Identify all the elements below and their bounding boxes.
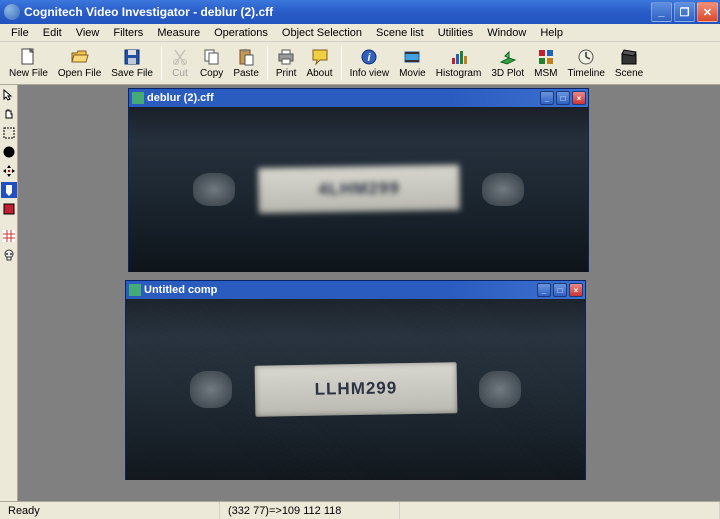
info-icon: i <box>359 47 379 67</box>
child-minimize-button[interactable]: _ <box>537 283 551 297</box>
skull-tool[interactable] <box>1 247 17 263</box>
app-icon <box>4 4 20 20</box>
new-file-icon <box>18 47 38 67</box>
window-title: Cognitech Video Investigator - deblur (2… <box>24 5 649 19</box>
paste-icon <box>236 47 256 67</box>
region-tool[interactable] <box>1 201 17 217</box>
rect-select-tool[interactable] <box>1 125 17 141</box>
movie-button[interactable]: Movie <box>394 47 431 79</box>
toolbar-separator <box>341 46 342 80</box>
open-file-icon <box>70 47 90 67</box>
print-button[interactable]: Print <box>271 47 302 79</box>
child-close-button[interactable]: × <box>572 91 586 105</box>
new-file-button[interactable]: New File <box>4 47 53 79</box>
info-view-button[interactable]: iInfo view <box>345 47 394 79</box>
maximize-button[interactable]: ❐ <box>674 2 695 22</box>
child-icon <box>132 92 144 104</box>
save-file-button[interactable]: Save File <box>106 47 158 79</box>
timeline-icon <box>576 47 596 67</box>
child-icon <box>129 284 141 296</box>
menu-measure[interactable]: Measure <box>150 25 207 41</box>
copy-button[interactable]: Copy <box>195 47 228 79</box>
menu-object-selection[interactable]: Object Selection <box>275 25 369 41</box>
cut-icon <box>170 47 190 67</box>
timeline-button[interactable]: Timeline <box>562 47 609 79</box>
child-window-comp[interactable]: Untitled comp _ □ × LLHM299 <box>125 280 586 480</box>
pointer-tool[interactable] <box>1 87 17 103</box>
menu-operations[interactable]: Operations <box>207 25 275 41</box>
status-spacer <box>400 502 720 519</box>
status-ready: Ready <box>0 502 220 519</box>
cut-button[interactable]: Cut <box>165 47 195 79</box>
hand-tool[interactable] <box>1 106 17 122</box>
about-button[interactable]: About <box>301 47 337 79</box>
tail-light-left <box>193 173 234 206</box>
child-window-deblur[interactable]: deblur (2).cff _ □ × 4LHM299 <box>128 88 589 272</box>
status-bar: Ready (332 77)=>109 112 118 <box>0 501 720 519</box>
ellipse-select-tool[interactable] <box>1 144 17 160</box>
close-button[interactable]: ✕ <box>697 2 718 22</box>
save-file-icon <box>122 47 142 67</box>
child-title: Untitled comp <box>144 284 535 296</box>
tail-light-right <box>482 173 523 206</box>
license-plate: 4LHM299 <box>257 165 460 215</box>
work-area: deblur (2).cff _ □ × 4LHM299 Untitled co… <box>0 85 720 501</box>
copy-icon <box>202 47 222 67</box>
marker-tool[interactable] <box>1 182 17 198</box>
menu-file[interactable]: File <box>4 25 36 41</box>
toolbar-separator <box>161 46 162 80</box>
scene-icon <box>619 47 639 67</box>
about-icon <box>310 47 330 67</box>
title-bar: Cognitech Video Investigator - deblur (2… <box>0 0 720 24</box>
vehicle-image-processed: LLHM299 <box>126 299 585 480</box>
menu-bar: File Edit View Filters Measure Operation… <box>0 24 720 42</box>
msm-icon <box>536 47 556 67</box>
vehicle-image-blurred: 4LHM299 <box>129 107 588 272</box>
child-maximize-button[interactable]: □ <box>553 283 567 297</box>
menu-utilities[interactable]: Utilities <box>431 25 480 41</box>
msm-button[interactable]: MSM <box>529 47 562 79</box>
menu-view[interactable]: View <box>69 25 107 41</box>
child-title-bar[interactable]: deblur (2).cff _ □ × <box>129 89 588 107</box>
toolbar-separator <box>267 46 268 80</box>
plate-text: 4LHM299 <box>318 179 400 200</box>
scene-button[interactable]: Scene <box>610 47 648 79</box>
menu-window[interactable]: Window <box>480 25 533 41</box>
paste-button[interactable]: Paste <box>228 47 264 79</box>
movie-icon <box>402 47 422 67</box>
print-icon <box>276 47 296 67</box>
child-close-button[interactable]: × <box>569 283 583 297</box>
child-minimize-button[interactable]: _ <box>540 91 554 105</box>
child-maximize-button[interactable]: □ <box>556 91 570 105</box>
3d-plot-button[interactable]: 3D Plot <box>486 47 529 79</box>
child-title: deblur (2).cff <box>147 92 538 104</box>
menu-edit[interactable]: Edit <box>36 25 69 41</box>
3d-plot-icon <box>498 47 518 67</box>
minimize-button[interactable]: _ <box>651 2 672 22</box>
menu-scene-list[interactable]: Scene list <box>369 25 431 41</box>
side-toolbar <box>0 85 18 501</box>
histogram-button[interactable]: Histogram <box>431 47 487 79</box>
child-title-bar[interactable]: Untitled comp _ □ × <box>126 281 585 299</box>
main-toolbar: New File Open File Save File Cut Copy Pa… <box>0 42 720 85</box>
mdi-area: deblur (2).cff _ □ × 4LHM299 Untitled co… <box>18 85 720 501</box>
status-coord: (332 77)=>109 112 118 <box>220 502 400 519</box>
open-file-button[interactable]: Open File <box>53 47 106 79</box>
move-tool[interactable] <box>1 163 17 179</box>
histogram-icon <box>449 47 469 67</box>
image-viewport[interactable]: LLHM299 <box>126 299 585 480</box>
image-viewport[interactable]: 4LHM299 <box>129 107 588 272</box>
noise-overlay <box>126 299 585 480</box>
menu-filters[interactable]: Filters <box>106 25 150 41</box>
grid-tool[interactable] <box>1 228 17 244</box>
menu-help[interactable]: Help <box>533 25 570 41</box>
